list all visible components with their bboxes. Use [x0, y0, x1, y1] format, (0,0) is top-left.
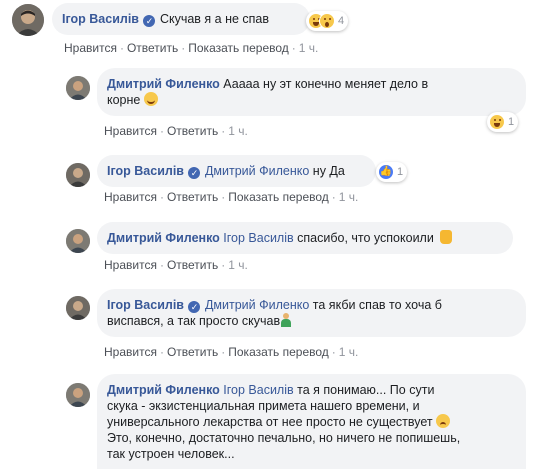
timestamp[interactable]: 1 ч. — [299, 41, 319, 55]
haha-icon — [489, 114, 505, 130]
reply-link[interactable]: Ответить — [167, 345, 218, 359]
mention-link[interactable]: Дмитрий Филенко — [205, 164, 309, 178]
avatar[interactable] — [66, 76, 90, 100]
person-emoji-icon — [280, 313, 292, 327]
comment-text: та якби спав то хоча б — [312, 298, 442, 312]
like-link[interactable]: Нравится — [104, 190, 157, 204]
comment-bubble: Ігор Василів ✓ Дмитрий Филенко та якби с… — [97, 289, 526, 337]
comment-bubble: Дмитрий Филенко Ігор Василів спасибо, чт… — [97, 222, 513, 254]
mention-link[interactable]: Дмитрий Филенко — [205, 298, 309, 312]
comment-bubble: Дмитрий Филенко Ааааа ну эт конечно меня… — [97, 68, 526, 116]
mention-link[interactable]: Ігор Василів — [223, 231, 293, 245]
author-name[interactable]: Ігор Василів — [62, 12, 139, 26]
translate-link[interactable]: Показать перевод — [188, 41, 289, 55]
avatar[interactable] — [12, 4, 44, 36]
comment-bubble: Ігор Василів ✓ Дмитрий Филенко ну Да — [97, 155, 376, 187]
comment-actions: Нравится · Ответить · Показать перевод · 1 ч. — [64, 41, 319, 55]
verified-badge-icon: ✓ — [188, 167, 201, 179]
comment-text-cont: корне — [107, 93, 141, 107]
reply-link[interactable]: Ответить — [167, 190, 218, 204]
author-name[interactable]: Ігор Василів — [107, 164, 184, 178]
comment-text-cont: Это, конечно, достаточно печально, но ни… — [107, 431, 461, 445]
comment-text: Ааааа ну эт конечно меняет дело в — [223, 77, 429, 91]
reply-link[interactable]: Ответить — [127, 41, 178, 55]
comment-text: спасибо, что успокоили — [297, 231, 434, 245]
like-link[interactable]: Нравится — [104, 124, 157, 138]
avatar[interactable] — [66, 383, 90, 407]
author-name[interactable]: Дмитрий Филенко — [107, 77, 220, 91]
author-name[interactable]: Дмитрий Филенко — [107, 231, 220, 245]
comment-actions: Нравится · Ответить · Показать перевод · 1 ч. — [104, 190, 359, 204]
comment-bubble: Дмитрий Филенко Ігор Василів та я понима… — [97, 374, 526, 469]
comment-bubble: Ігор Василів ✓ Скучав я а не спав — [52, 3, 310, 35]
comment-text: ну Да — [312, 164, 345, 178]
like-link[interactable]: Нравится — [64, 41, 117, 55]
avatar[interactable] — [66, 229, 90, 253]
comment-actions: Нравится · Ответить · Показать перевод · 1 ч. — [104, 345, 359, 359]
comment-text-cont: скука - экзистенциальная примета нашего … — [107, 399, 420, 413]
reaction-summary[interactable]: 👍 1 — [376, 162, 408, 182]
translate-link[interactable]: Показать перевод — [228, 190, 329, 204]
timestamp[interactable]: 1 ч. — [339, 190, 359, 204]
reaction-summary[interactable]: 1 — [487, 112, 519, 132]
like-link[interactable]: Нравится — [104, 258, 157, 272]
comment-actions: Нравится · Ответить · 1 ч. — [104, 124, 248, 138]
timestamp[interactable]: 1 ч. — [228, 124, 248, 138]
reply-link[interactable]: Ответить — [167, 124, 218, 138]
reaction-count: 4 — [338, 15, 345, 27]
verified-badge-icon: ✓ — [188, 301, 201, 313]
smile-emoji-icon — [143, 92, 158, 106]
comment-actions: Нравится · Ответить · 1 ч. — [104, 258, 248, 272]
comment-text-cont: виспався, а так просто скучав — [107, 314, 281, 328]
mention-link[interactable]: Ігор Василів — [223, 383, 293, 397]
translate-link[interactable]: Показать перевод — [228, 345, 329, 359]
sad-emoji-icon — [435, 414, 450, 428]
reaction-count: 1 — [508, 116, 515, 128]
avatar[interactable] — [66, 296, 90, 320]
reaction-summary[interactable]: 4 — [306, 11, 349, 31]
author-name[interactable]: Дмитрий Филенко — [107, 383, 220, 397]
verified-badge-icon: ✓ — [143, 15, 156, 27]
comment-text-cont: универсального лекарства от нее просто н… — [107, 415, 433, 429]
timestamp[interactable]: 1 ч. — [228, 258, 248, 272]
reply-link[interactable]: Ответить — [167, 258, 218, 272]
avatar[interactable] — [66, 163, 90, 187]
comment-text: Скучав я а не спав — [159, 12, 270, 26]
like-link[interactable]: Нравится — [104, 345, 157, 359]
comment-text-cont: так устроен человек... — [107, 447, 235, 461]
like-icon: 👍 — [378, 164, 394, 180]
reaction-count: 1 — [397, 166, 404, 178]
comment-text: та я понимаю... По сути — [297, 383, 435, 397]
wow-icon — [319, 13, 335, 29]
author-name[interactable]: Ігор Василів — [107, 298, 184, 312]
timestamp[interactable]: 1 ч. — [339, 345, 359, 359]
thumbs-up-emoji-icon — [440, 230, 453, 244]
